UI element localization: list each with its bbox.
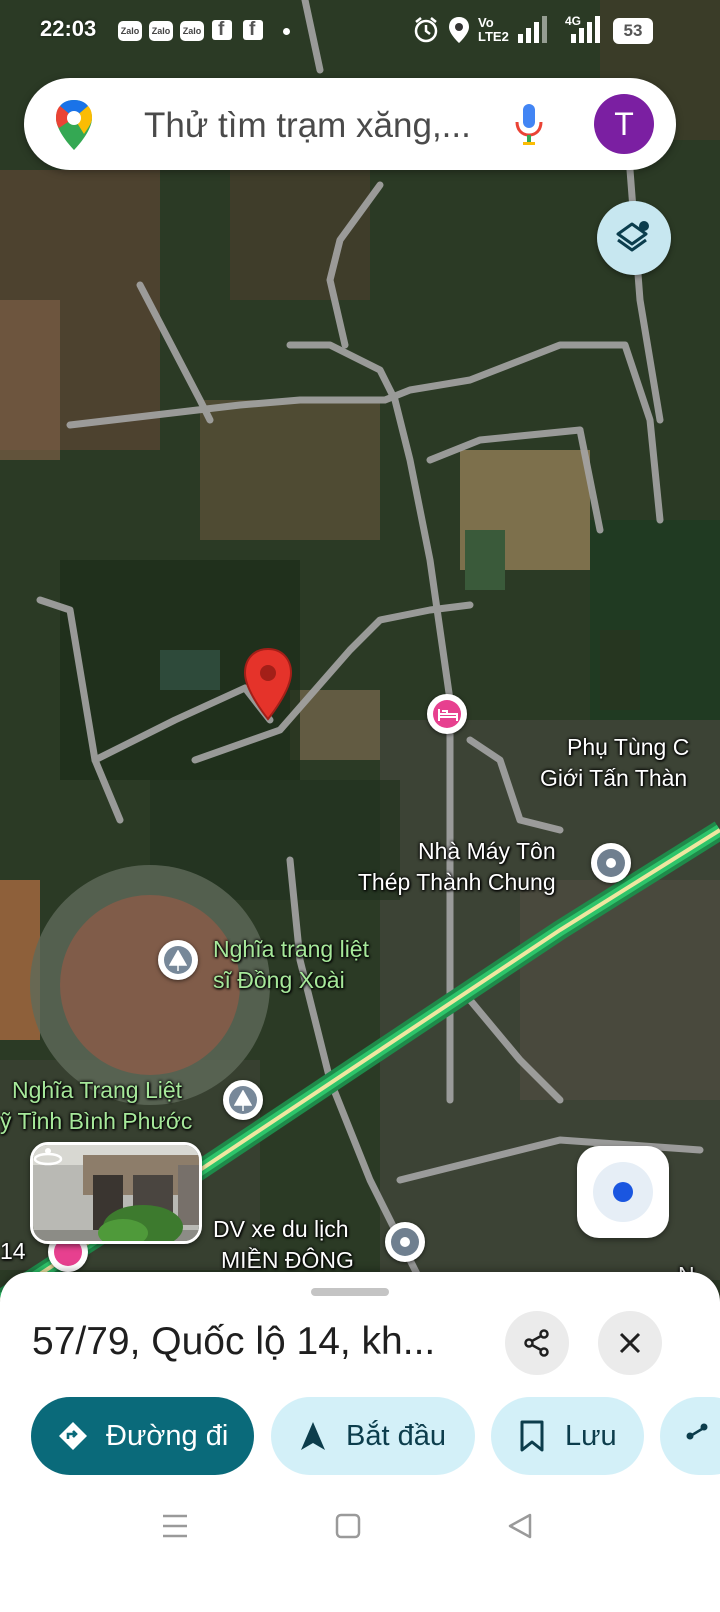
signal-icon (518, 16, 547, 43)
location-icon (449, 17, 469, 43)
place-title: 57/79, Quốc lộ 14, kh... (32, 1320, 436, 1363)
map-label-dv-xe[interactable]: DV xe du lịch MIỀN ĐÔNG (213, 1214, 354, 1276)
map-label-line: DV xe du lịch (213, 1216, 349, 1242)
bookmark-icon (520, 1420, 544, 1452)
battery-icon: 53 (613, 18, 653, 44)
directions-button[interactable]: Đường đi (31, 1397, 254, 1475)
share-icon (524, 1329, 549, 1357)
layers-icon (616, 221, 649, 252)
map-label-line: Nghĩa Trang Liệt (12, 1077, 183, 1103)
google-maps-logo-icon (56, 100, 92, 150)
street-view-thumbnail[interactable] (30, 1142, 202, 1244)
drag-handle[interactable] (311, 1288, 389, 1296)
status-time: 22:03 (40, 16, 97, 41)
facebook-notification-icon (243, 19, 263, 41)
search-input[interactable]: Thử tìm trạm xăng,... (144, 106, 471, 146)
volte-label: Vo LTE2 (478, 16, 509, 44)
volte-bottom: LTE2 (478, 29, 509, 44)
street-view-360-icon (33, 1148, 63, 1166)
map-label-line: Giới Tấn Thàn (540, 765, 688, 791)
alarm-icon (414, 17, 438, 43)
hotel-pin-icon[interactable] (427, 694, 467, 734)
map-label-nha-may[interactable]: Nhà Máy Tôn Thép Thành Chung (350, 836, 556, 898)
map-label-line: Phụ Tùng C (567, 734, 690, 760)
map-label-nghia-trang-dong-xoai[interactable]: Nghĩa trang liệt sĩ Đồng Xoài (213, 934, 369, 996)
directions-label: Đường đi (106, 1420, 229, 1452)
recent-apps-icon[interactable] (160, 1512, 190, 1540)
volte-top: Vo (478, 15, 494, 30)
map-label-line: Thép Thành Chung (357, 869, 556, 895)
my-location-icon (613, 1182, 633, 1202)
my-location-button[interactable] (577, 1146, 669, 1238)
zalo-notification-icon: Zalo (180, 21, 204, 41)
zalo-notification-icon: Zalo (149, 21, 173, 41)
zalo-notification-icon: Zalo (118, 21, 142, 41)
start-navigation-button[interactable]: Bắt đầu (271, 1397, 475, 1475)
start-label: Bắt đầu (346, 1420, 446, 1452)
navigation-arrow-icon (301, 1422, 325, 1450)
factory-pin-icon[interactable] (591, 843, 631, 883)
map-label-line: Nghĩa trang liệt (213, 936, 369, 962)
more-actions-button[interactable] (660, 1397, 720, 1475)
back-icon[interactable] (506, 1512, 534, 1540)
map-label-line: Nhà Máy Tôn (418, 838, 556, 864)
facebook-notification-icon (212, 19, 232, 41)
bus-service-pin-icon[interactable] (385, 1222, 425, 1262)
signal-icon-2 (571, 16, 600, 43)
save-label: Lưu (565, 1420, 617, 1452)
layers-button[interactable] (597, 201, 671, 275)
home-icon[interactable] (334, 1512, 362, 1540)
account-avatar[interactable]: T (594, 94, 654, 154)
more-notifications-dot (283, 28, 290, 35)
map-label-nghia-trang-binh-phuoc[interactable]: Nghĩa Trang Liệt ỹ Tỉnh Bình Phước (0, 1075, 192, 1137)
share-icon (686, 1423, 708, 1440)
microphone-icon[interactable] (514, 102, 544, 146)
close-button[interactable] (598, 1311, 662, 1375)
dropped-pin-icon[interactable] (243, 647, 293, 721)
cemetery-pin-icon-2[interactable] (223, 1080, 263, 1120)
map-label-line: sĩ Đồng Xoài (213, 967, 345, 993)
status-bar: 22:03 Zalo Zalo Zalo Vo LTE2 4G 53 (0, 0, 720, 64)
map-label-phu-tung[interactable]: Phụ Tùng C Giới Tấn Thàn (540, 732, 690, 794)
map-label-line: ỹ Tỉnh Bình Phước (0, 1108, 193, 1134)
system-navigation-bar (0, 1482, 720, 1612)
directions-icon (59, 1422, 87, 1450)
save-button[interactable]: Lưu (491, 1397, 644, 1475)
search-bar[interactable]: Thử tìm trạm xăng,... T (24, 78, 676, 170)
close-icon (619, 1332, 641, 1354)
cemetery-pin-icon[interactable] (158, 940, 198, 980)
share-button[interactable] (505, 1311, 569, 1375)
road-label-14: 14 (0, 1238, 26, 1264)
